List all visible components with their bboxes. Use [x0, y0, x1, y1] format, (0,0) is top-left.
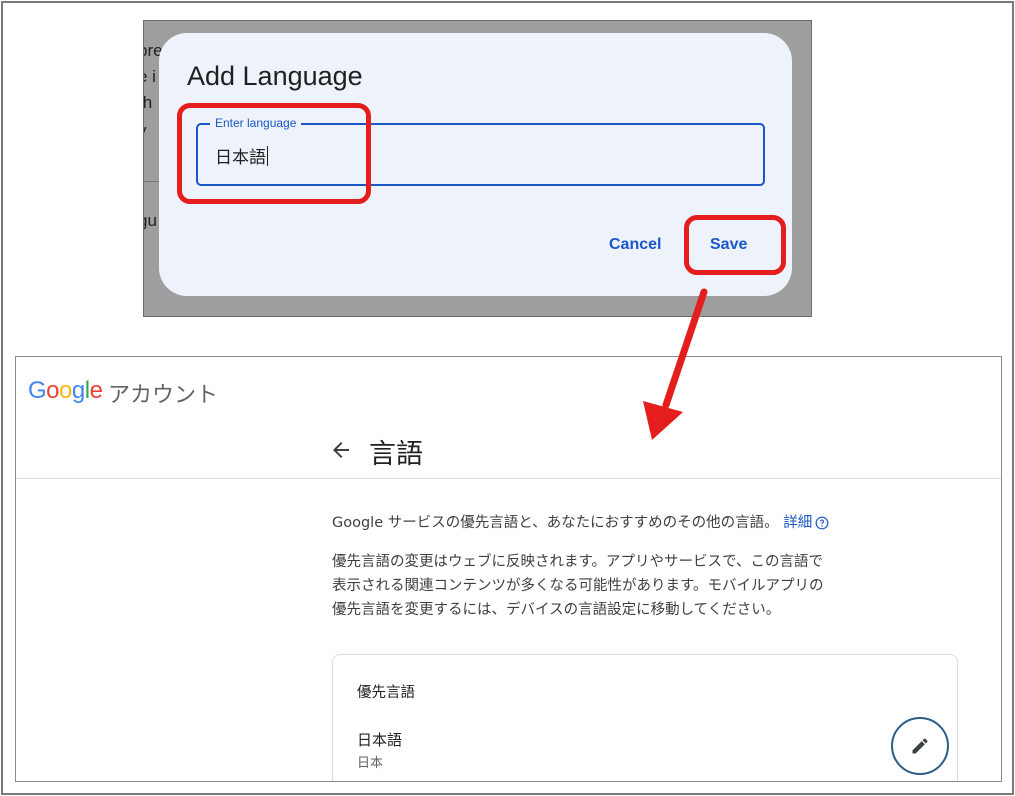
- language-input-value: 日本語: [215, 148, 266, 168]
- arrow-left-icon[interactable]: [329, 438, 353, 462]
- google-logo: Google: [28, 377, 103, 404]
- pencil-icon: [912, 738, 928, 754]
- account-label: アカウント: [108, 383, 219, 408]
- details-link[interactable]: 詳細: [783, 515, 812, 531]
- intro-text: Google サービスの優先言語と、あなたにおすすめのその他の言語。 詳細: [332, 511, 829, 532]
- background-text: y: [144, 121, 147, 141]
- card-title: 優先言語: [357, 685, 415, 701]
- save-button[interactable]: Save: [710, 236, 747, 254]
- language-description: 優先言語の変更はウェブに反映されます。アプリやサービスで、この言語で 表示される…: [332, 554, 824, 618]
- page-title: 言語: [369, 439, 423, 470]
- background-text: th: [143, 93, 153, 112]
- preferred-language-card: 優先言語 日本語 日本: [332, 654, 958, 781]
- add-language-dialog: Add Language Enter language 日本語 Cancel S…: [159, 33, 792, 296]
- background-text: e i: [144, 67, 156, 86]
- enter-language-field[interactable]: Enter language 日本語: [196, 116, 765, 186]
- preferred-language-name: 日本語: [357, 731, 403, 749]
- text-caret: [267, 146, 268, 166]
- help-circle-icon[interactable]: [815, 516, 829, 530]
- google-account-screenshot: Google アカウント 言語 Google サービスの優先言語と、あなたにおす…: [15, 356, 1002, 782]
- preferred-language-region: 日本: [357, 756, 384, 771]
- field-label: Enter language: [210, 116, 302, 130]
- add-language-screenshot: pre e i th y gu Add Language Enter langu…: [143, 20, 812, 317]
- header-divider: [16, 478, 1001, 479]
- edit-language-button[interactable]: [891, 717, 949, 775]
- dialog-title: Add Language: [187, 61, 363, 91]
- background-text: gu: [144, 211, 157, 230]
- language-input[interactable]: 日本語: [215, 143, 268, 168]
- cancel-button[interactable]: Cancel: [609, 236, 661, 254]
